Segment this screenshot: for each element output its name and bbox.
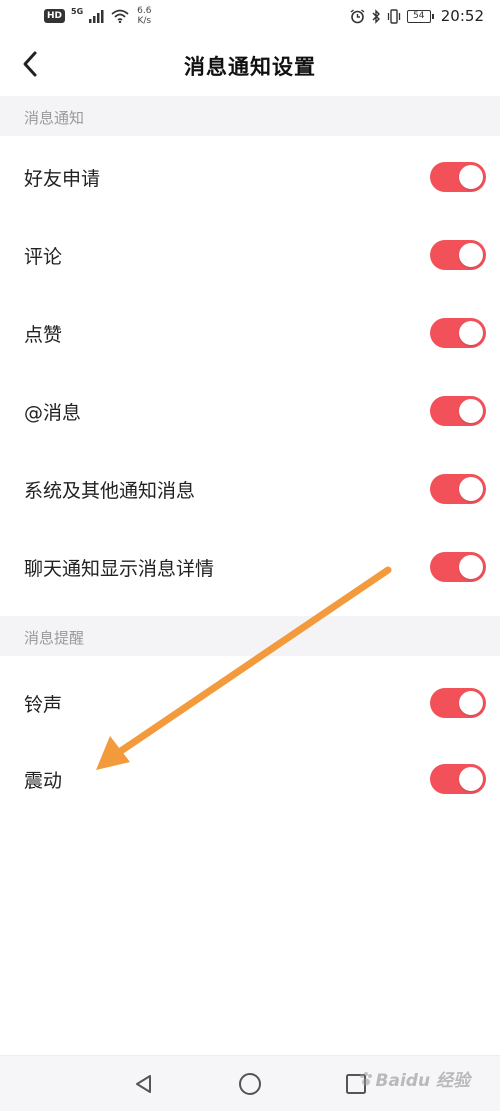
setting-row-mention: @消息	[0, 372, 500, 450]
setting-label: 好友申请	[24, 168, 101, 190]
network-speed: 6.6 K/s	[137, 6, 151, 26]
toggle-knob	[459, 165, 483, 189]
status-bar: HD 5G 6.6 K/s 54 20:52	[0, 0, 500, 34]
section-header-reminders: 消息提醒	[0, 616, 500, 656]
ringtone-toggle[interactable]	[430, 688, 486, 718]
setting-row-friend-request: 好友申请	[0, 138, 500, 216]
vibrate-icon	[387, 8, 400, 24]
toggle-knob	[459, 243, 483, 267]
section-title: 消息通知	[24, 109, 85, 127]
chat-detail-toggle[interactable]	[430, 552, 486, 582]
status-left: HD 5G 6.6 K/s	[44, 6, 151, 26]
setting-label: 聊天通知显示消息详情	[24, 558, 215, 580]
speed-value: 6.6	[137, 6, 152, 16]
setting-label: 铃声	[24, 694, 63, 716]
alarm-icon	[350, 8, 365, 23]
wifi-icon	[111, 9, 129, 23]
mention-toggle[interactable]	[430, 396, 486, 426]
toggle-knob	[459, 321, 483, 345]
toggle-knob	[459, 399, 483, 423]
system-nav-bar: Baidu 经验	[0, 1055, 500, 1111]
setting-row-like: 点赞	[0, 294, 500, 372]
toggle-knob	[459, 555, 483, 579]
setting-label: 震动	[24, 770, 63, 792]
bluetooth-icon	[372, 8, 380, 24]
status-time: 20:52	[440, 7, 484, 25]
toggle-knob	[459, 767, 483, 791]
nav-home-button[interactable]	[236, 1070, 264, 1098]
setting-label: 评论	[24, 246, 63, 268]
battery-indicator: 54	[406, 9, 434, 23]
page-title: 消息通知设置	[184, 55, 316, 79]
watermark: Baidu 经验	[358, 1066, 470, 1091]
setting-row-system: 系统及其他通知消息	[0, 450, 500, 528]
like-toggle[interactable]	[430, 318, 486, 348]
signal-icon	[89, 9, 104, 23]
circle-home-icon	[239, 1073, 261, 1095]
setting-label: 系统及其他通知消息	[24, 480, 196, 502]
setting-label: 点赞	[24, 324, 63, 346]
setting-row-ringtone: 铃声	[0, 664, 500, 742]
network-type: 5G	[71, 6, 84, 16]
setting-label: @消息	[24, 402, 82, 424]
watermark-text: Baidu 经验	[375, 1071, 470, 1091]
toggle-knob	[459, 691, 483, 715]
system-notification-toggle[interactable]	[430, 474, 486, 504]
setting-row-chat-detail: 聊天通知显示消息详情	[0, 528, 500, 606]
setting-row-comment: 评论	[0, 216, 500, 294]
vibration-toggle[interactable]	[430, 764, 486, 794]
speed-unit: K/s	[137, 16, 152, 26]
friend-request-toggle[interactable]	[430, 162, 486, 192]
status-right: 54 20:52	[350, 7, 484, 25]
setting-row-vibration: 震动	[0, 740, 500, 818]
section-title: 消息提醒	[24, 629, 85, 647]
page-header: 消息通知设置	[0, 34, 500, 96]
hd-badge: HD	[44, 9, 66, 23]
triangle-back-icon	[136, 1075, 151, 1093]
nav-back-button[interactable]	[130, 1070, 158, 1098]
comment-toggle[interactable]	[430, 240, 486, 270]
paw-icon	[359, 1071, 372, 1085]
section-header-notifications: 消息通知	[0, 96, 500, 136]
toggle-knob	[459, 477, 483, 501]
